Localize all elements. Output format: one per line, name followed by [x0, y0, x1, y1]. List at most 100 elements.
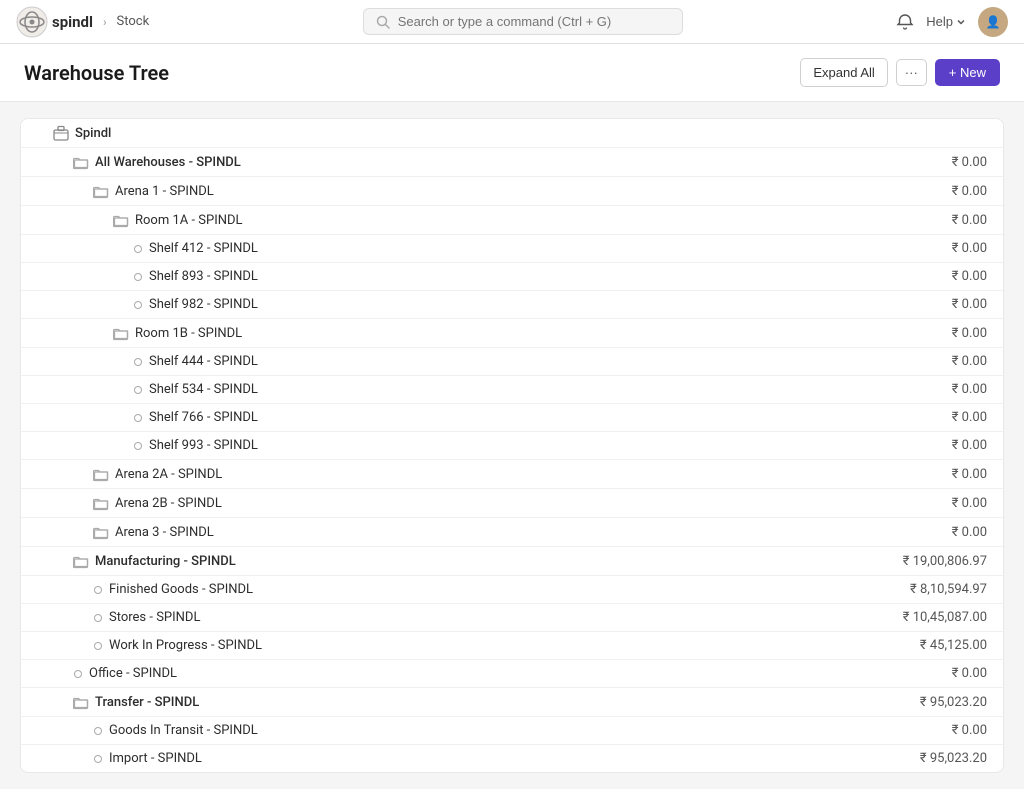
header-actions: Expand All ··· + New: [800, 58, 1000, 87]
dot-icon: [94, 727, 102, 735]
tree-row[interactable]: Import - SPINDL ₹ 95,023.20: [21, 745, 1003, 772]
tree-left: Arena 1 - SPINDL: [37, 183, 214, 199]
tree-label: Stores - SPINDL: [109, 610, 200, 625]
logo-icon: [16, 6, 48, 38]
page-title: Warehouse Tree: [24, 61, 169, 85]
logo-text: spindl: [52, 13, 93, 31]
tree-left: Import - SPINDL: [37, 751, 202, 766]
tree-row[interactable]: Transfer - SPINDL ₹ 95,023.20: [21, 688, 1003, 717]
tree-row[interactable]: Shelf 444 - SPINDL ₹ 0.00: [21, 348, 1003, 376]
breadcrumb-stock: Stock: [117, 14, 150, 29]
tree-left: Arena 3 - SPINDL: [37, 524, 214, 540]
tree-label: Shelf 893 - SPINDL: [149, 269, 258, 284]
tree-label: Shelf 444 - SPINDL: [149, 354, 258, 369]
chevron-down-icon: [956, 17, 966, 27]
tree-row[interactable]: Manufacturing - SPINDL ₹ 19,00,806.97: [21, 547, 1003, 576]
tree-value: ₹ 0.00: [952, 496, 987, 511]
tree-left: All Warehouses - SPINDL: [37, 154, 241, 170]
tree-label: Spindl: [75, 126, 111, 141]
tree-left: Goods In Transit - SPINDL: [37, 723, 258, 738]
tree-value: ₹ 95,023.20: [920, 751, 987, 766]
tree-value: ₹ 0.00: [952, 297, 987, 312]
help-button[interactable]: Help: [926, 14, 966, 29]
tree-left: Spindl: [37, 125, 111, 141]
tree-value: ₹ 0.00: [952, 467, 987, 482]
tree-label: Shelf 534 - SPINDL: [149, 382, 258, 397]
folder-icon: [73, 694, 89, 710]
tree-row[interactable]: Goods In Transit - SPINDL ₹ 0.00: [21, 717, 1003, 745]
folder-icon: [113, 325, 129, 341]
tree-left: Arena 2A - SPINDL: [37, 466, 222, 482]
dot-icon: [134, 273, 142, 281]
notifications-button[interactable]: [896, 13, 914, 31]
logo[interactable]: spindl: [16, 6, 93, 38]
tree-left: Shelf 444 - SPINDL: [37, 354, 258, 369]
tree-left: Shelf 993 - SPINDL: [37, 438, 258, 453]
search-icon: [376, 15, 390, 29]
new-button[interactable]: + New: [935, 59, 1000, 86]
page-header: Warehouse Tree Expand All ··· + New: [0, 44, 1024, 102]
avatar[interactable]: 👤: [978, 7, 1008, 37]
tree-row[interactable]: Shelf 766 - SPINDL ₹ 0.00: [21, 404, 1003, 432]
tree-label: All Warehouses - SPINDL: [95, 155, 241, 170]
tree-value: ₹ 0.00: [952, 410, 987, 425]
dot-icon: [94, 614, 102, 622]
tree-label: Arena 1 - SPINDL: [115, 184, 214, 199]
folder-icon: [93, 183, 109, 199]
tree-label: Arena 2A - SPINDL: [115, 467, 222, 482]
tree-left: Shelf 766 - SPINDL: [37, 410, 258, 425]
tree-row[interactable]: Stores - SPINDL ₹ 10,45,087.00: [21, 604, 1003, 632]
tree-label: Shelf 993 - SPINDL: [149, 438, 258, 453]
dot-icon: [94, 755, 102, 763]
tree-label: Work In Progress - SPINDL: [109, 638, 262, 653]
tree-row[interactable]: Arena 3 - SPINDL ₹ 0.00: [21, 518, 1003, 547]
folder-icon: [73, 154, 89, 170]
tree-value: ₹ 0.00: [952, 184, 987, 199]
tree-label: Shelf 982 - SPINDL: [149, 297, 258, 312]
more-options-button[interactable]: ···: [896, 59, 927, 86]
tree-left: Shelf 412 - SPINDL: [37, 241, 258, 256]
tree-row[interactable]: All Warehouses - SPINDL ₹ 0.00: [21, 148, 1003, 177]
tree-left: Room 1A - SPINDL: [37, 212, 243, 228]
tree-label: Arena 2B - SPINDL: [115, 496, 222, 511]
tree-label: Shelf 766 - SPINDL: [149, 410, 258, 425]
dot-icon: [134, 301, 142, 309]
tree-value: ₹ 0.00: [952, 213, 987, 228]
warehouse-tree: Spindl All Warehouses - SPINDL ₹ 0.00 Ar…: [20, 118, 1004, 773]
tree-row[interactable]: Arena 1 - SPINDL ₹ 0.00: [21, 177, 1003, 206]
navbar: spindl › Stock Help 👤: [0, 0, 1024, 44]
folder-icon: [73, 553, 89, 569]
tree-row[interactable]: Spindl: [21, 119, 1003, 148]
tree-row[interactable]: Office - SPINDL ₹ 0.00: [21, 660, 1003, 688]
tree-left: Stores - SPINDL: [37, 610, 200, 625]
tree-row[interactable]: Shelf 893 - SPINDL ₹ 0.00: [21, 263, 1003, 291]
tree-row[interactable]: Work In Progress - SPINDL ₹ 45,125.00: [21, 632, 1003, 660]
tree-row[interactable]: Arena 2B - SPINDL ₹ 0.00: [21, 489, 1003, 518]
tree-value: ₹ 0.00: [952, 269, 987, 284]
expand-all-button[interactable]: Expand All: [800, 58, 887, 87]
help-label: Help: [926, 14, 953, 29]
tree-left: Work In Progress - SPINDL: [37, 638, 262, 653]
search-input[interactable]: [398, 14, 670, 29]
search-box[interactable]: [363, 8, 683, 35]
tree-row[interactable]: Arena 2A - SPINDL ₹ 0.00: [21, 460, 1003, 489]
tree-value: ₹ 0.00: [952, 438, 987, 453]
tree-value: ₹ 0.00: [952, 241, 987, 256]
tree-label: Manufacturing - SPINDL: [95, 554, 236, 569]
tree-row[interactable]: Shelf 534 - SPINDL ₹ 0.00: [21, 376, 1003, 404]
tree-row[interactable]: Room 1A - SPINDL ₹ 0.00: [21, 206, 1003, 235]
avatar-initials: 👤: [986, 15, 1001, 29]
folder-icon: [113, 212, 129, 228]
tree-value: ₹ 0.00: [952, 354, 987, 369]
tree-row[interactable]: Finished Goods - SPINDL ₹ 8,10,594.97: [21, 576, 1003, 604]
folder-icon: [93, 495, 109, 511]
tree-left: Manufacturing - SPINDL: [37, 553, 236, 569]
tree-row[interactable]: Shelf 993 - SPINDL ₹ 0.00: [21, 432, 1003, 460]
warehouse-icon: [53, 125, 69, 141]
tree-row[interactable]: Shelf 982 - SPINDL ₹ 0.00: [21, 291, 1003, 319]
tree-row[interactable]: Room 1B - SPINDL ₹ 0.00: [21, 319, 1003, 348]
tree-left: Room 1B - SPINDL: [37, 325, 242, 341]
tree-value: ₹ 19,00,806.97: [903, 554, 987, 569]
tree-row[interactable]: Shelf 412 - SPINDL ₹ 0.00: [21, 235, 1003, 263]
tree-label: Room 1B - SPINDL: [135, 326, 242, 341]
